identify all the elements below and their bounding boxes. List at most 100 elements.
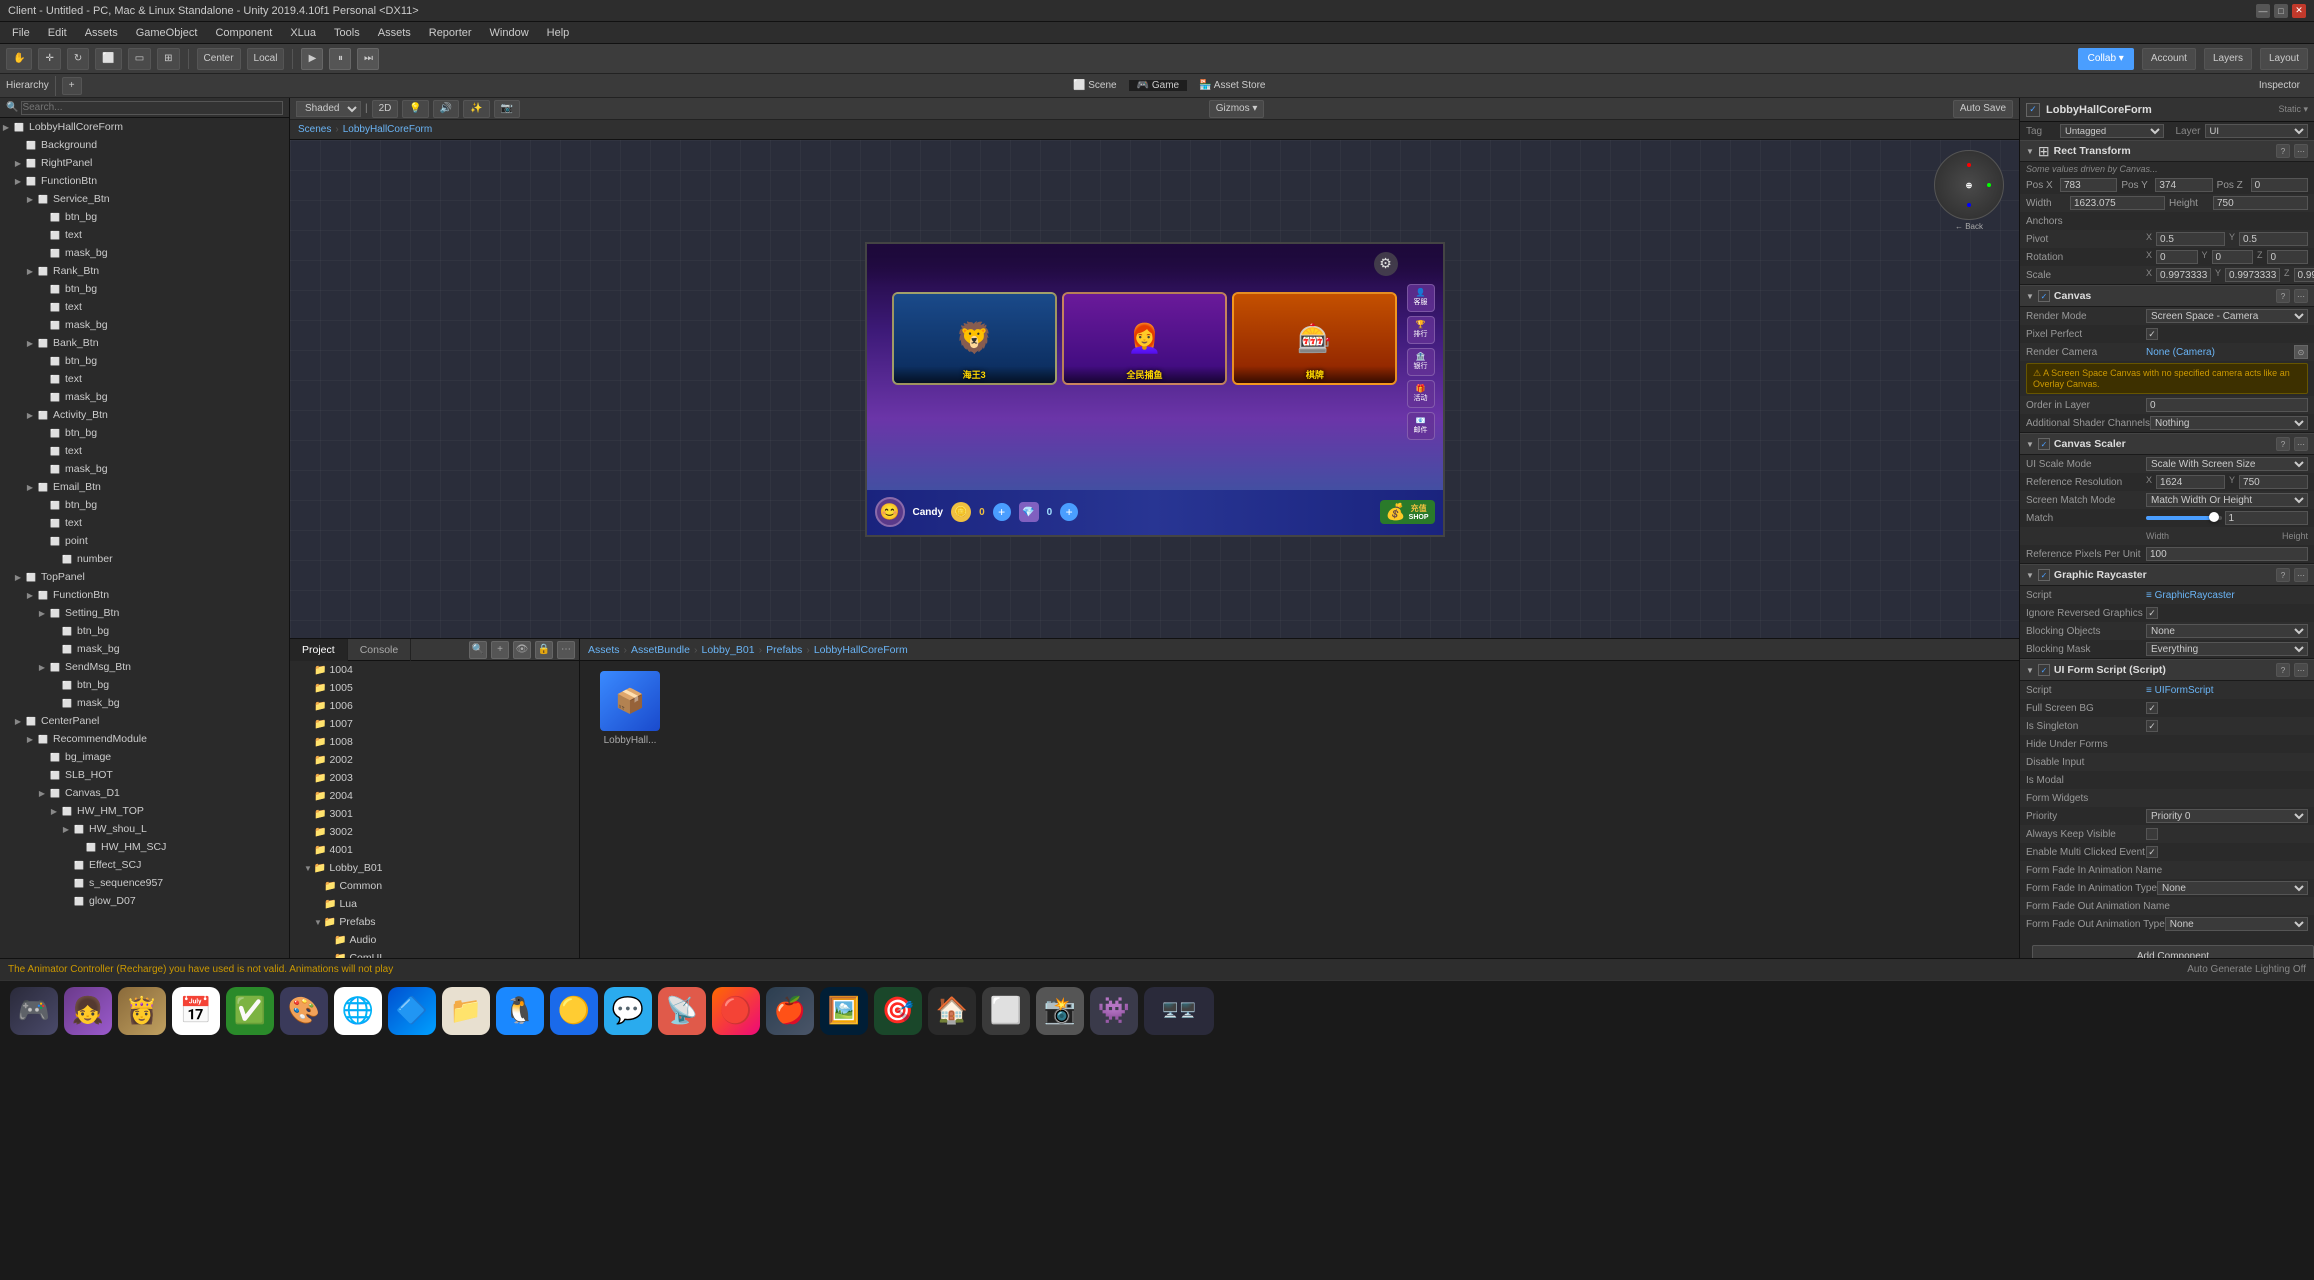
- taskbar-paintbrush[interactable]: 🎨: [280, 987, 328, 1035]
- hierarchy-item-btn-bg[interactable]: ⬜btn_bg: [0, 280, 289, 298]
- project-item-1008[interactable]: 📁1008: [290, 733, 579, 751]
- game-card-2[interactable]: 👩‍🦰 全民捕鱼: [1062, 292, 1227, 386]
- hierarchy-item-sendmsg-btn[interactable]: ▶⬜SendMsg_Btn: [0, 658, 289, 676]
- rot-z-input[interactable]: [2267, 250, 2308, 264]
- scale-y-input[interactable]: [2225, 268, 2280, 282]
- res-x-input[interactable]: [2156, 475, 2225, 489]
- res-y-input[interactable]: [2239, 475, 2308, 489]
- close-button[interactable]: ✕: [2292, 4, 2306, 18]
- render-camera-value[interactable]: None (Camera): [2146, 347, 2294, 358]
- breadcrumb-scenes[interactable]: Scenes: [298, 124, 331, 135]
- uifs-script-value[interactable]: ≡ UIFormScript: [2146, 685, 2308, 696]
- path-assets[interactable]: Assets: [588, 644, 620, 656]
- hierarchy-item-point[interactable]: ⬜point: [0, 532, 289, 550]
- hierarchy-item-bg-image[interactable]: ⬜bg_image: [0, 748, 289, 766]
- autosave-button[interactable]: Auto Save: [1953, 100, 2013, 118]
- hierarchy-item-lobbyhallcoreform[interactable]: ▶⬜LobbyHallCoreForm: [0, 118, 289, 136]
- screen-match-mode-select[interactable]: Match Width Or Height: [2146, 493, 2308, 507]
- menu-reporter[interactable]: Reporter: [421, 25, 480, 41]
- project-menu-button[interactable]: ⋯: [557, 641, 575, 659]
- hierarchy-item-functionbtn[interactable]: ▶⬜FunctionBtn: [0, 172, 289, 190]
- play-button[interactable]: ▶: [301, 48, 323, 70]
- add-component-button[interactable]: Add Component: [2032, 945, 2314, 958]
- hierarchy-item-btn-bg[interactable]: ⬜btn_bg: [0, 496, 289, 514]
- project-item-lua[interactable]: 📁Lua: [290, 895, 579, 913]
- project-search-button[interactable]: 🔍: [469, 641, 487, 659]
- pos-y-input[interactable]: [2155, 178, 2212, 192]
- gizmo-back-label[interactable]: ← Back: [1934, 222, 2004, 231]
- tool-transform[interactable]: ⊞: [157, 48, 179, 70]
- scale-z-input[interactable]: [2294, 268, 2314, 282]
- taskbar-unity-icon[interactable]: 🎮: [10, 987, 58, 1035]
- uifs-info-btn[interactable]: ?: [2276, 663, 2290, 677]
- breadcrumb-form[interactable]: LobbyHallCoreForm: [343, 124, 432, 135]
- taskbar-app4[interactable]: 👾: [1090, 987, 1138, 1035]
- taskbar-app1[interactable]: 🔴: [712, 987, 760, 1035]
- right-btn-3[interactable]: 🏦 银行: [1407, 348, 1435, 376]
- rect-transform-fold-icon[interactable]: ▼: [2026, 147, 2034, 156]
- canvas-scaler-info-btn[interactable]: ?: [2276, 437, 2290, 451]
- hierarchy-item-mask-bg[interactable]: ⬜mask_bg: [0, 640, 289, 658]
- render-camera-select-btn[interactable]: ⊙: [2294, 345, 2308, 359]
- width-input[interactable]: [2070, 196, 2165, 210]
- taskbar-photoshop[interactable]: 🖼️: [820, 987, 868, 1035]
- hierarchy-item-rank-btn[interactable]: ▶⬜Rank_Btn: [0, 262, 289, 280]
- fx-button[interactable]: ✨: [463, 100, 489, 118]
- step-button[interactable]: ⏭: [357, 48, 379, 70]
- hierarchy-item-background[interactable]: ⬜Background: [0, 136, 289, 154]
- rect-transform-menu-btn[interactable]: ⋯: [2294, 144, 2308, 158]
- inspector-static-label[interactable]: Static ▾: [2278, 104, 2308, 115]
- taskbar-calendar[interactable]: 📅: [172, 987, 220, 1035]
- minimize-button[interactable]: —: [2256, 4, 2270, 18]
- menu-edit[interactable]: Edit: [40, 25, 75, 41]
- rot-y-input[interactable]: [2212, 250, 2253, 264]
- hierarchy-item-setting-btn[interactable]: ▶⬜Setting_Btn: [0, 604, 289, 622]
- project-item-1007[interactable]: 📁1007: [290, 715, 579, 733]
- shop-button[interactable]: 💰 充值 SHOP: [1380, 500, 1435, 524]
- add-coins-button[interactable]: +: [993, 503, 1011, 521]
- pivot-y-input[interactable]: [2239, 232, 2308, 246]
- rot-x-input[interactable]: [2156, 250, 2197, 264]
- hierarchy-item-btn-bg[interactable]: ⬜btn_bg: [0, 676, 289, 694]
- hierarchy-item-recommendmodule[interactable]: ▶⬜RecommendModule: [0, 730, 289, 748]
- hierarchy-item-activity-btn[interactable]: ▶⬜Activity_Btn: [0, 406, 289, 424]
- project-item-prefabs[interactable]: ▼📁Prefabs: [290, 913, 579, 931]
- scene-tab-game[interactable]: 🎮 Game: [1129, 80, 1187, 91]
- fade-in-anim-type-select[interactable]: None: [2157, 881, 2308, 895]
- pivot-center-button[interactable]: Center: [197, 48, 241, 70]
- taskbar-edge[interactable]: 🔷: [388, 987, 436, 1035]
- project-item-2002[interactable]: 📁2002: [290, 751, 579, 769]
- hierarchy-item-rightpanel[interactable]: ▶⬜RightPanel: [0, 154, 289, 172]
- additional-shader-select[interactable]: Nothing: [2150, 416, 2308, 430]
- taskbar-unity2[interactable]: ⬜: [982, 987, 1030, 1035]
- gr-menu-btn[interactable]: ⋯: [2294, 568, 2308, 582]
- pos-x-input[interactable]: [2060, 178, 2117, 192]
- canvas-scaler-menu-btn[interactable]: ⋯: [2294, 437, 2308, 451]
- path-prefabs[interactable]: Prefabs: [766, 644, 802, 656]
- taskbar-group1[interactable]: 🖥️🖥️: [1144, 987, 1214, 1035]
- tool-rect[interactable]: ▭: [128, 48, 151, 70]
- pos-z-input[interactable]: [2251, 178, 2308, 192]
- pixel-perfect-checkbox[interactable]: ✓: [2146, 328, 2158, 340]
- project-item-4001[interactable]: 📁4001: [290, 841, 579, 859]
- hierarchy-item-email-btn[interactable]: ▶⬜Email_Btn: [0, 478, 289, 496]
- hierarchy-item-text[interactable]: ⬜text: [0, 370, 289, 388]
- hierarchy-item-s-sequence957[interactable]: ⬜s_sequence957: [0, 874, 289, 892]
- blocking-objects-select[interactable]: None: [2146, 624, 2308, 638]
- rect-transform-info-btn[interactable]: ?: [2276, 144, 2290, 158]
- ignore-reversed-checkbox[interactable]: ✓: [2146, 607, 2158, 619]
- taskbar-apple[interactable]: 🍎: [766, 987, 814, 1035]
- fullscreen-bg-checkbox[interactable]: ✓: [2146, 702, 2158, 714]
- project-item-3001[interactable]: 📁3001: [290, 805, 579, 823]
- hierarchy-item-text[interactable]: ⬜text: [0, 226, 289, 244]
- priority-select[interactable]: Priority 0: [2146, 809, 2308, 823]
- add-diamonds-button[interactable]: +: [1060, 503, 1078, 521]
- taskbar-browser[interactable]: 🌐: [334, 987, 382, 1035]
- match-slider-thumb[interactable]: [2209, 512, 2219, 522]
- scene-tab-assetstore[interactable]: 🏪 Asset Store: [1191, 80, 1273, 91]
- hierarchy-item-mask-bg[interactable]: ⬜mask_bg: [0, 460, 289, 478]
- console-tab[interactable]: Console: [348, 639, 412, 661]
- gr-script-value[interactable]: ≡ GraphicRaycaster: [2146, 590, 2308, 601]
- canvas-fold-icon[interactable]: ▼: [2026, 292, 2034, 301]
- inspector-active-checkbox[interactable]: ✓: [2026, 103, 2040, 117]
